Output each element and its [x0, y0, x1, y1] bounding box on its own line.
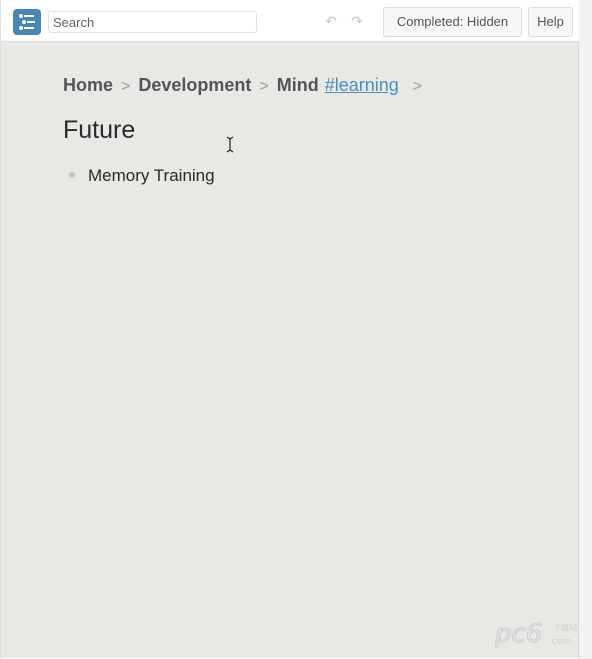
page-title[interactable]: Future: [63, 116, 135, 145]
redo-icon[interactable]: ↷: [349, 14, 365, 28]
undo-icon[interactable]: ↶: [323, 14, 339, 28]
completed-toggle-button[interactable]: Completed: Hidden: [383, 7, 522, 37]
search-input[interactable]: [48, 11, 257, 33]
toolbar: ↶ ↷ Completed: Hidden Help: [1, 0, 579, 42]
app-window: ↶ ↷ Completed: Hidden Help Home > Develo…: [0, 0, 579, 658]
help-button[interactable]: Help: [528, 7, 573, 37]
breadcrumb-tag-link[interactable]: #learning: [325, 75, 399, 96]
svg-text:.com: .com: [549, 637, 571, 647]
list-item[interactable]: Memory Training: [88, 166, 215, 186]
breadcrumb-item-development[interactable]: Development: [138, 75, 251, 96]
app-logo-icon[interactable]: [13, 9, 41, 35]
breadcrumb: Home > Development > Mind #learning >: [63, 75, 430, 97]
breadcrumb-separator: >: [121, 78, 131, 95]
list-item-bullet[interactable]: [69, 172, 75, 178]
svg-text:pc6: pc6: [495, 619, 542, 648]
breadcrumb-item-home[interactable]: Home: [63, 75, 113, 96]
breadcrumb-item-mind[interactable]: Mind: [277, 75, 319, 96]
text-cursor-icon: [226, 136, 234, 153]
window-edge: [579, 0, 592, 659]
breadcrumb-separator: >: [412, 78, 423, 95]
watermark-logo: pc6 下载站 .com: [495, 618, 577, 648]
breadcrumb-separator: >: [259, 78, 269, 95]
svg-text:下载站: 下载站: [553, 622, 577, 632]
